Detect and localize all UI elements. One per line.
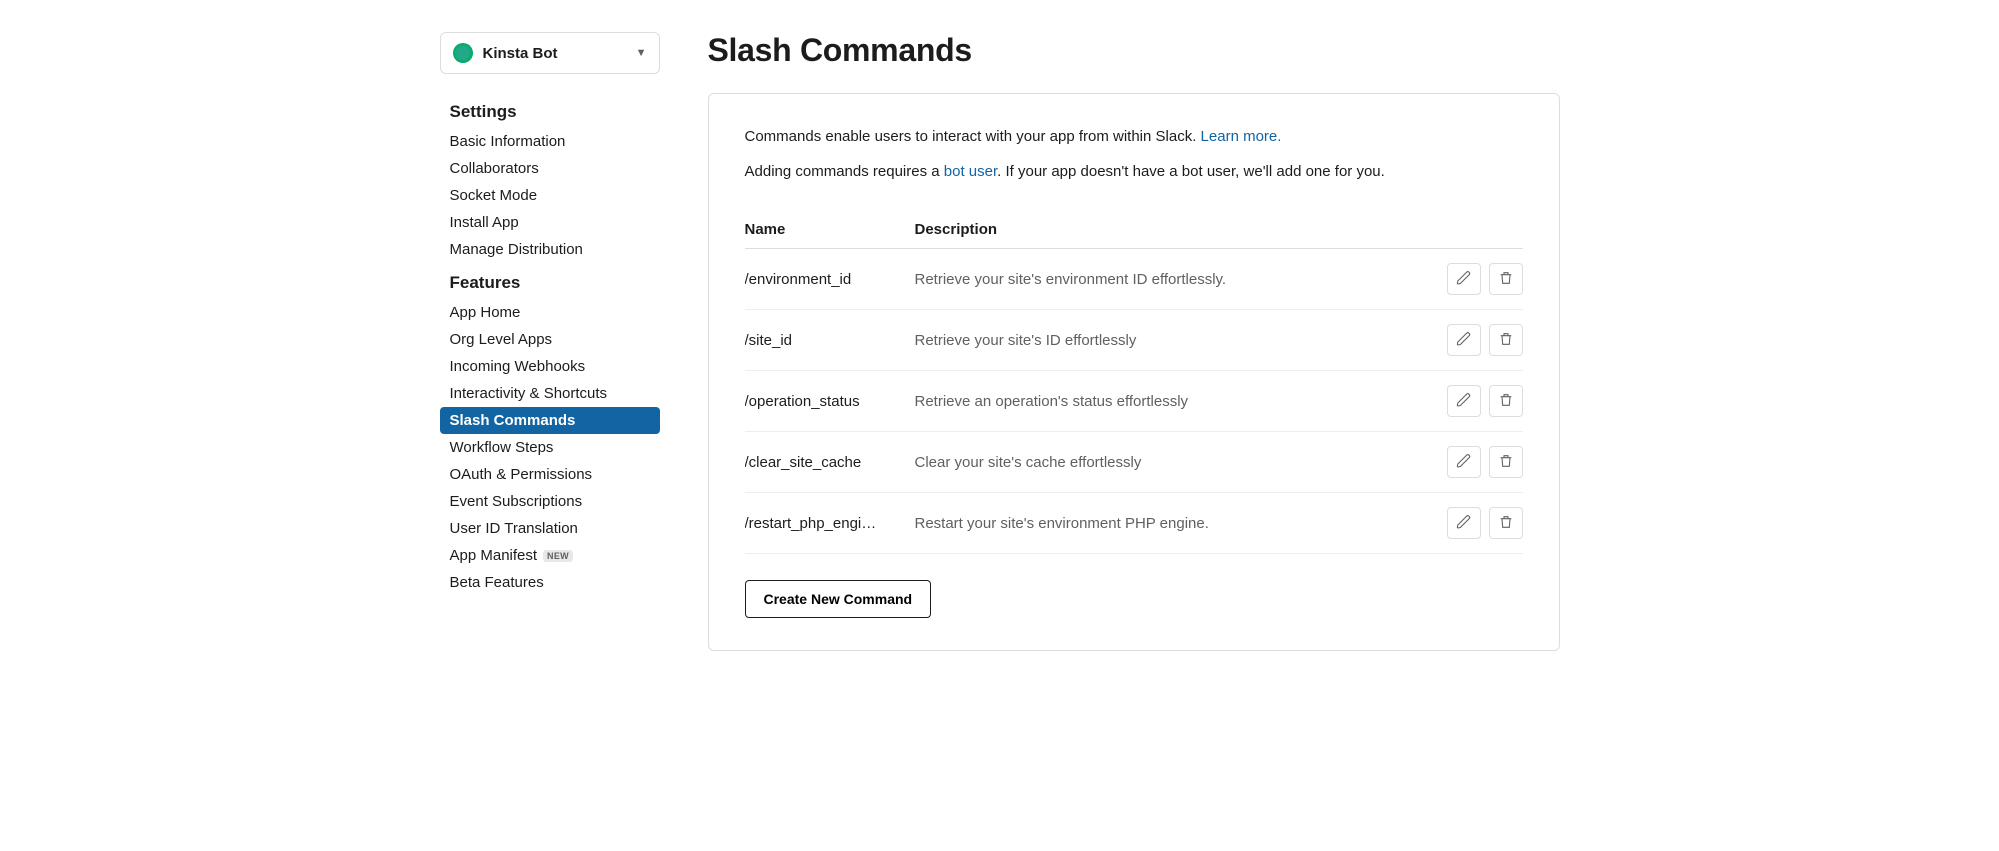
sidebar-item-label: Slash Commands [450, 412, 576, 429]
delete-button[interactable] [1489, 263, 1523, 295]
main-content: Slash Commands Commands enable users to … [708, 32, 1560, 651]
pencil-icon [1456, 331, 1472, 350]
commands-table: Name Description /environment_idRetrieve… [745, 211, 1523, 554]
edit-button[interactable] [1447, 385, 1481, 417]
command-description: Clear your site's cache effortlessly [915, 454, 1447, 471]
sidebar-item-label: Workflow Steps [450, 439, 554, 456]
delete-button[interactable] [1489, 446, 1523, 478]
table-row: /site_idRetrieve your site's ID effortle… [745, 310, 1523, 371]
edit-button[interactable] [1447, 324, 1481, 356]
edit-button[interactable] [1447, 263, 1481, 295]
edit-button[interactable] [1447, 446, 1481, 478]
delete-button[interactable] [1489, 385, 1523, 417]
pencil-icon [1456, 514, 1472, 533]
app-selector[interactable]: Kinsta Bot ▼ [440, 32, 660, 74]
settings-header: Settings [440, 96, 660, 128]
commands-card: Commands enable users to interact with y… [708, 93, 1560, 651]
edit-button[interactable] [1447, 507, 1481, 539]
sidebar-item-label: User ID Translation [450, 520, 578, 537]
new-badge: NEW [543, 550, 573, 562]
trash-icon [1498, 331, 1514, 350]
sidebar-item-settings-3[interactable]: Install App [440, 209, 660, 236]
sidebar-item-features-3[interactable]: Interactivity & Shortcuts [440, 380, 660, 407]
command-description: Retrieve your site's environment ID effo… [915, 271, 1447, 288]
command-description: Restart your site's environment PHP engi… [915, 515, 1447, 532]
app-name: Kinsta Bot [483, 45, 626, 62]
bot-user-link[interactable]: bot user [944, 163, 997, 180]
command-description: Retrieve your site's ID effortlessly [915, 332, 1447, 349]
command-name: /restart_php_engi… [745, 515, 915, 532]
sidebar-item-label: Beta Features [450, 574, 544, 591]
trash-icon [1498, 270, 1514, 289]
table-row: /operation_statusRetrieve an operation's… [745, 371, 1523, 432]
features-header: Features [440, 267, 660, 299]
sidebar-item-label: Incoming Webhooks [450, 358, 586, 375]
pencil-icon [1456, 270, 1472, 289]
table-header: Name Description [745, 211, 1523, 249]
sidebar: Kinsta Bot ▼ Settings Basic InformationC… [440, 32, 660, 651]
intro2-post: . If your app doesn't have a bot user, w… [997, 163, 1385, 180]
sidebar-item-features-6[interactable]: OAuth & Permissions [440, 461, 660, 488]
app-logo-icon [453, 43, 473, 63]
header-description: Description [915, 221, 1523, 238]
sidebar-item-features-1[interactable]: Org Level Apps [440, 326, 660, 353]
row-actions [1447, 385, 1523, 417]
intro-text: Commands enable users to interact with y… [745, 126, 1523, 149]
row-actions [1447, 507, 1523, 539]
sidebar-item-label: Org Level Apps [450, 331, 553, 348]
sidebar-item-label: App Home [450, 304, 521, 321]
delete-button[interactable] [1489, 507, 1523, 539]
table-row: /clear_site_cacheClear your site's cache… [745, 432, 1523, 493]
command-description: Retrieve an operation's status effortles… [915, 393, 1447, 410]
sidebar-item-label: OAuth & Permissions [450, 466, 593, 483]
sidebar-item-features-7[interactable]: Event Subscriptions [440, 488, 660, 515]
sidebar-item-label: App Manifest [450, 547, 538, 564]
header-name: Name [745, 221, 915, 238]
table-row: /environment_idRetrieve your site's envi… [745, 249, 1523, 310]
intro2-text: Adding commands requires a bot user. If … [745, 161, 1523, 184]
intro-plain: Commands enable users to interact with y… [745, 128, 1201, 145]
sidebar-item-settings-2[interactable]: Socket Mode [440, 182, 660, 209]
sidebar-item-features-8[interactable]: User ID Translation [440, 515, 660, 542]
sidebar-item-label: Interactivity & Shortcuts [450, 385, 608, 402]
page-title: Slash Commands [708, 32, 1560, 69]
command-name: /site_id [745, 332, 915, 349]
row-actions [1447, 446, 1523, 478]
learn-more-link[interactable]: Learn more. [1201, 128, 1282, 145]
command-name: /environment_id [745, 271, 915, 288]
sidebar-item-features-5[interactable]: Workflow Steps [440, 434, 660, 461]
create-new-command-button[interactable]: Create New Command [745, 580, 932, 618]
intro2-pre: Adding commands requires a [745, 163, 944, 180]
caret-down-icon: ▼ [636, 47, 647, 59]
delete-button[interactable] [1489, 324, 1523, 356]
sidebar-item-settings-4[interactable]: Manage Distribution [440, 236, 660, 263]
pencil-icon [1456, 392, 1472, 411]
sidebar-item-settings-0[interactable]: Basic Information [440, 128, 660, 155]
sidebar-item-features-9[interactable]: App Manifest NEW [440, 542, 660, 569]
command-name: /clear_site_cache [745, 454, 915, 471]
row-actions [1447, 263, 1523, 295]
command-name: /operation_status [745, 393, 915, 410]
sidebar-item-label: Event Subscriptions [450, 493, 583, 510]
trash-icon [1498, 453, 1514, 472]
sidebar-item-features-0[interactable]: App Home [440, 299, 660, 326]
sidebar-item-features-10[interactable]: Beta Features [440, 569, 660, 596]
table-row: /restart_php_engi…Restart your site's en… [745, 493, 1523, 554]
row-actions [1447, 324, 1523, 356]
sidebar-item-features-4[interactable]: Slash Commands [440, 407, 660, 434]
sidebar-item-features-2[interactable]: Incoming Webhooks [440, 353, 660, 380]
trash-icon [1498, 514, 1514, 533]
pencil-icon [1456, 453, 1472, 472]
sidebar-item-settings-1[interactable]: Collaborators [440, 155, 660, 182]
trash-icon [1498, 392, 1514, 411]
